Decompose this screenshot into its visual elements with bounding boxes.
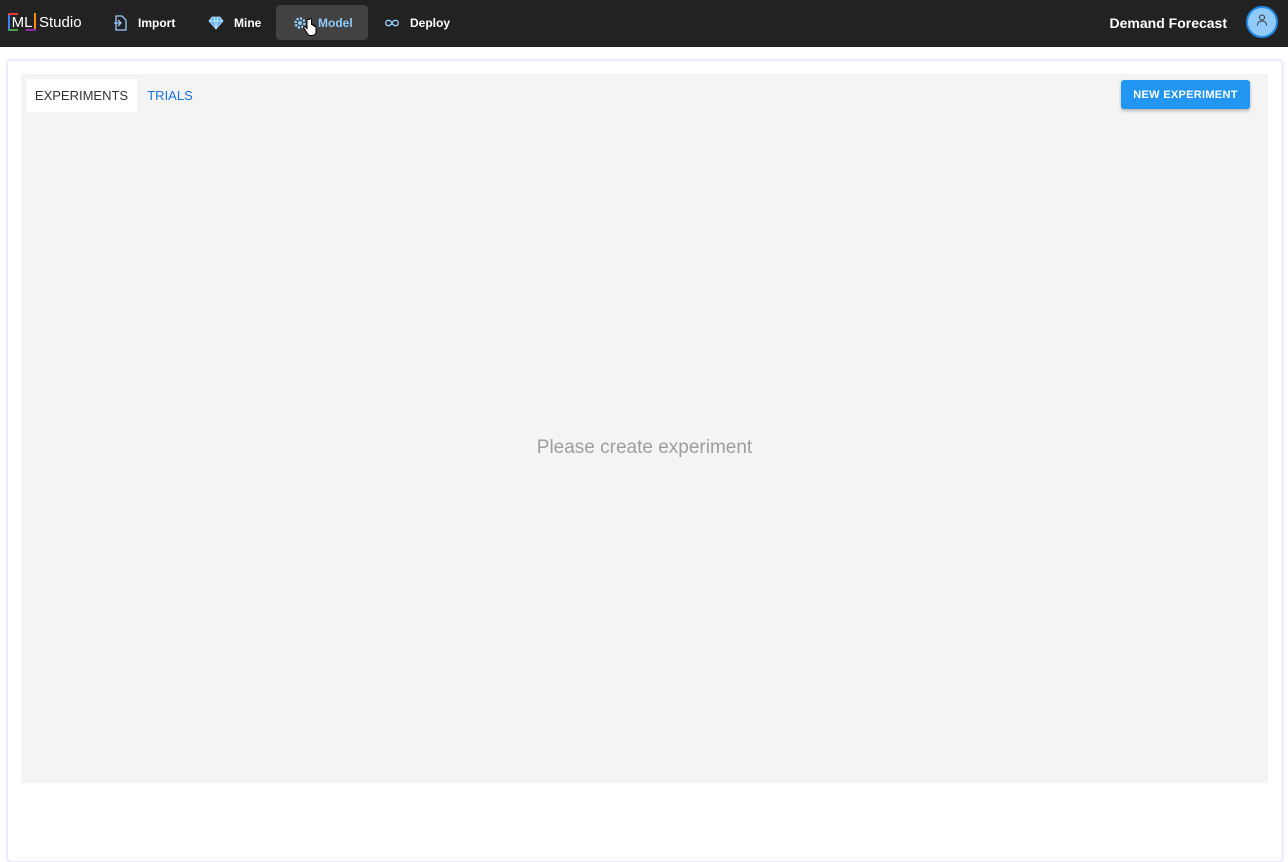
experiments-panel: EXPERIMENTS TRIALS NEW EXPERIMENT Please… xyxy=(21,74,1268,783)
app-logo[interactable]: ML Studio xyxy=(8,11,82,33)
nav-item-label: Mine xyxy=(234,15,262,30)
nav-item-model[interactable]: Model xyxy=(276,5,368,40)
tab-experiments[interactable]: EXPERIMENTS xyxy=(26,79,137,112)
nav-item-import[interactable]: Import xyxy=(104,5,183,40)
nav-item-label: Import xyxy=(138,15,176,30)
project-name[interactable]: Demand Forecast xyxy=(1110,15,1227,31)
tab-trials[interactable]: TRIALS xyxy=(141,79,199,112)
nav-item-mine[interactable]: Mine xyxy=(200,5,269,40)
diamond-icon xyxy=(208,15,224,31)
tab-label: TRIALS xyxy=(147,88,193,103)
nav-item-label: Model xyxy=(318,15,353,30)
import-file-icon xyxy=(112,14,128,31)
logo-ml-mark: ML xyxy=(8,13,36,31)
tab-label: EXPERIMENTS xyxy=(34,88,129,103)
top-navbar: ML Studio Import Mine Model Deploy Deman… xyxy=(0,0,1288,47)
nav-item-label: Deploy xyxy=(410,15,451,30)
user-avatar[interactable] xyxy=(1246,6,1278,38)
infinity-icon xyxy=(384,15,400,31)
new-experiment-button[interactable]: NEW EXPERIMENT xyxy=(1121,80,1250,109)
logo-ml-text: ML xyxy=(11,13,33,31)
logo-studio-text: Studio xyxy=(39,13,82,31)
hand-cursor-icon xyxy=(303,18,317,36)
nav-item-deploy[interactable]: Deploy xyxy=(376,5,458,40)
user-icon xyxy=(1255,13,1269,32)
main-card: EXPERIMENTS TRIALS NEW EXPERIMENT Please… xyxy=(7,60,1283,862)
empty-state-message: Please create experiment xyxy=(536,437,753,458)
